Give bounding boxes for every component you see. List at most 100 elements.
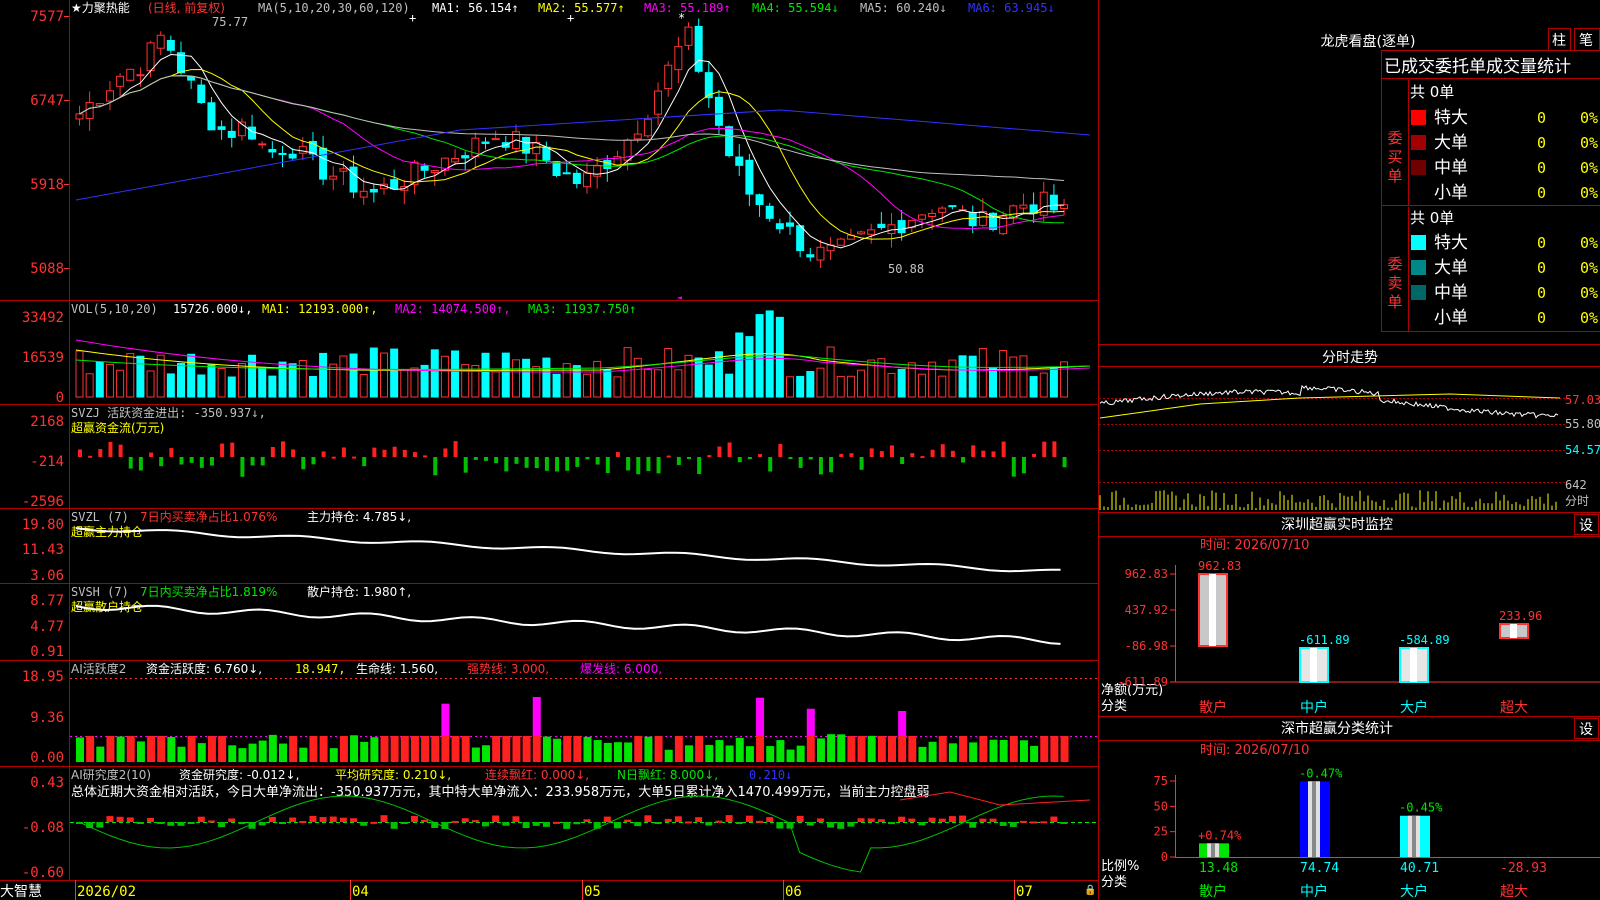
lock-icon[interactable]: 🔒 <box>1084 884 1096 896</box>
candle-body <box>522 136 531 154</box>
sz-monitor-title: 深圳超赢实时监控 <box>1281 516 1393 533</box>
candle-body <box>248 126 257 140</box>
ai-research-tick: -0.08 <box>22 820 64 836</box>
main-holding-panel[interactable] <box>75 527 1061 573</box>
activity-bar <box>431 736 440 762</box>
intraday-title: 分时走势 <box>1322 350 1378 366</box>
research-bar <box>380 815 388 822</box>
candle-body <box>897 220 906 234</box>
activity-bar <box>187 736 196 762</box>
date-tick: 07 <box>1016 884 1033 900</box>
sz-monitor-time: 时间: 2026/07/10 <box>1200 538 1309 553</box>
candle-body <box>745 159 754 195</box>
activity-bar <box>573 736 582 762</box>
fund-flow-bar <box>1021 457 1026 474</box>
price-candles-panel[interactable] <box>75 18 1091 269</box>
fund-flow-bar <box>910 453 915 457</box>
ai-research-v3: 连续飘红: 0.000↓, <box>485 767 589 782</box>
research-bar <box>522 822 530 829</box>
volume-bar <box>735 332 744 398</box>
order-percent: 0% <box>1580 134 1598 152</box>
order-size-label: 特大 <box>1434 108 1468 128</box>
stock-chart-canvas[interactable]: 7577 6747 5918 5088 ★力聚热能 (日线, 前复权) MA(5… <box>0 0 1600 900</box>
fund-flow-bar <box>707 455 712 458</box>
fund-flow-panel[interactable] <box>78 441 1067 477</box>
tick-mode-label[interactable]: 笔 <box>1579 33 1593 49</box>
research-bar <box>451 820 459 823</box>
candle-body <box>542 146 551 161</box>
sz-monitor-chart[interactable]: 962.83 437.92 -86.98 -611.89 962.83 散户 -611.89… <box>1117 559 1600 716</box>
research-bar <box>563 822 571 829</box>
research-bar <box>918 822 926 826</box>
fund-flow-bar <box>230 442 235 457</box>
activity-bar <box>502 736 511 762</box>
activity-bar <box>86 736 95 762</box>
ma2-line <box>79 68 1065 240</box>
activity-burst-bar <box>806 708 815 736</box>
ai-research-v4: N日飘红: 8.000↓, <box>617 767 718 782</box>
volume-bars-panel[interactable] <box>75 310 1091 398</box>
activity-bar <box>634 736 643 762</box>
candle-body <box>694 25 703 72</box>
candle-body <box>329 175 338 180</box>
svsh-axis: 8.77 4.77 0.91 <box>30 593 64 660</box>
activity-bar <box>238 748 247 762</box>
class-category-label: 中户 <box>1300 883 1328 900</box>
vol-ma2: MA2: 14074.500↑, <box>395 302 511 316</box>
monitor-category-label: 超大 <box>1500 700 1528 716</box>
activity-bar <box>553 738 562 762</box>
fund-flow-bar <box>981 450 986 457</box>
buy-total: 共 0单 <box>1410 83 1454 101</box>
intraday-chart[interactable] <box>1099 384 1565 510</box>
sz-class-chart[interactable]: 75 50 25 0 +0.74% 13.48 散户 -0.47% 74.74 中户 -0.45% 4… <box>1154 766 1600 900</box>
volume-bar <box>978 348 987 398</box>
event-star-icon: + <box>409 11 416 25</box>
fund-flow-bar <box>108 441 113 457</box>
candle-body <box>207 102 216 131</box>
volume-bar <box>349 353 358 398</box>
fund-flow-bar <box>737 457 742 463</box>
ma3-value: MA3: 55.189↑ <box>644 1 731 15</box>
order-size-label: 特大 <box>1434 233 1468 253</box>
sz-monitor-settings-label[interactable]: 设 <box>1579 518 1593 534</box>
research-bar <box>685 821 692 824</box>
ai-active-tick: 18.95 <box>22 669 64 685</box>
ai-active-panel[interactable] <box>70 678 1098 763</box>
research-bar <box>969 822 977 828</box>
sz-class-settings-label[interactable]: 设 <box>1579 722 1593 738</box>
fund-flow-bar <box>595 457 600 465</box>
activity-bar <box>542 736 551 762</box>
activity-bar <box>979 736 988 762</box>
order-color-swatch <box>1411 185 1426 200</box>
research-bar <box>745 815 753 822</box>
activity-burst-bar <box>898 710 907 736</box>
volume-bar <box>603 369 612 398</box>
bar-mode-label[interactable]: 柱 <box>1552 33 1566 49</box>
vol-header: VOL(5,10,20) 15726.000↓, MA1: 12193.000↑… <box>71 302 636 316</box>
research-bar <box>816 818 824 822</box>
order-count: 0 <box>1537 284 1546 302</box>
price-axis: 7577 6747 5918 5088 <box>30 9 64 277</box>
retail-holding-panel[interactable] <box>75 604 1061 645</box>
stock-title[interactable]: ★力聚热能 <box>71 1 130 15</box>
volume-bar <box>542 357 551 398</box>
fund-flow-bar <box>179 457 184 465</box>
research-bar <box>867 818 875 822</box>
class-tick: 0 <box>1161 850 1168 864</box>
volume-bar <box>816 367 825 398</box>
candle-body <box>268 149 277 153</box>
ai-research-panel[interactable] <box>70 791 1098 873</box>
research-bar <box>390 822 398 829</box>
activity-bar <box>685 745 693 762</box>
activity-bar <box>908 736 917 762</box>
candle-body <box>938 207 947 213</box>
class-bottom-label: 13.48 <box>1199 861 1238 876</box>
svzl-tick: 3.06 <box>30 568 64 584</box>
monitor-tick: 437.92 <box>1125 603 1168 617</box>
activity-bar <box>258 740 267 762</box>
fund-flow-bar <box>829 457 834 473</box>
volume-bar <box>197 374 206 398</box>
activity-bar <box>756 736 765 762</box>
activity-bar <box>147 736 156 762</box>
research-bar <box>796 815 804 822</box>
